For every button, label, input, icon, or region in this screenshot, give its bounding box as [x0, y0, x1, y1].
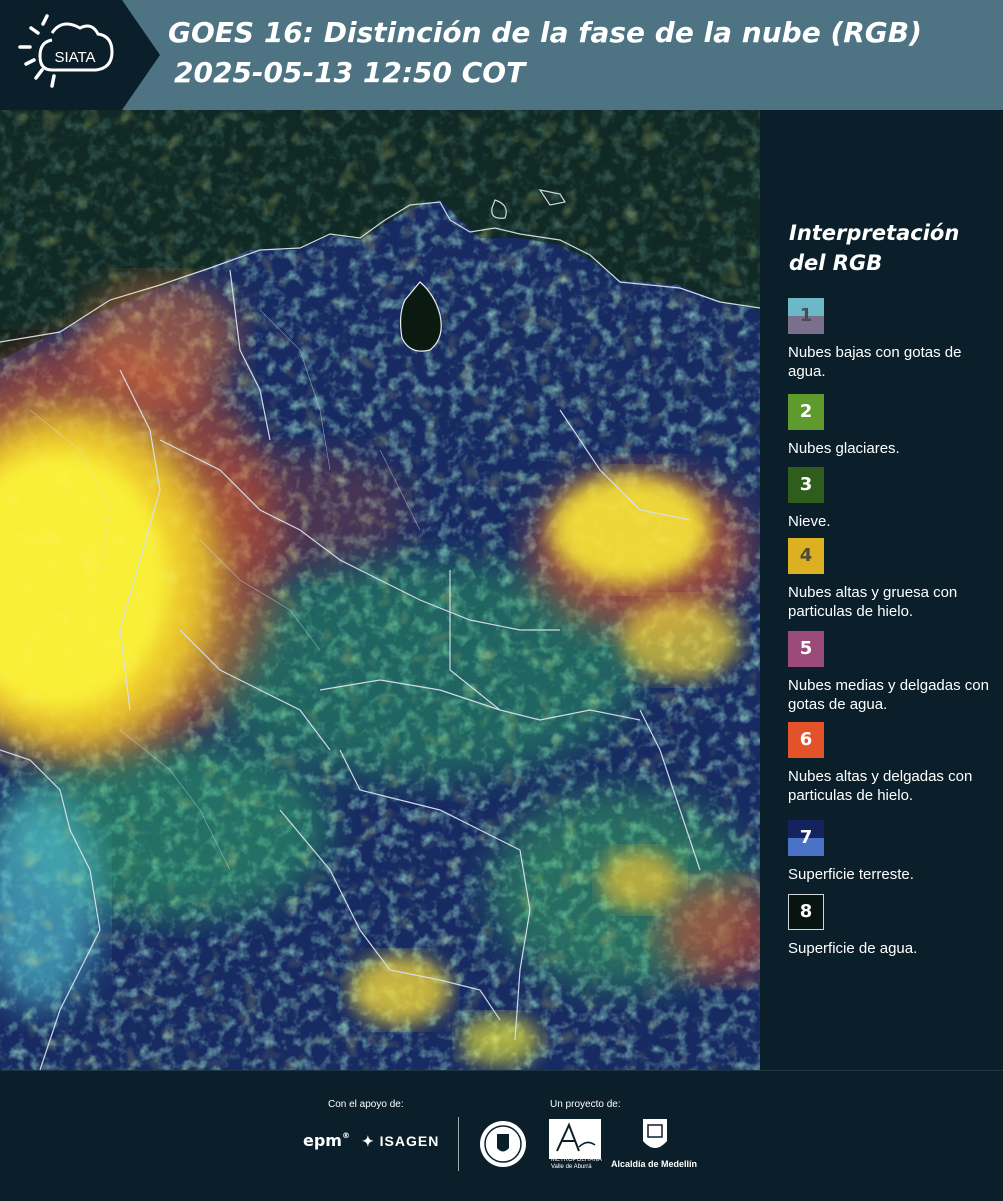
- legend-item-8: 8 Superficie de agua.: [788, 894, 1000, 958]
- legend-label-8: Superficie de agua.: [788, 940, 918, 957]
- legend-swatch-4: 4: [788, 538, 824, 574]
- footer: Con el apoyo de: Un proyecto de: epm® ✦ …: [0, 1070, 1003, 1201]
- project-label: Un proyecto de:: [550, 1099, 621, 1110]
- legend-label-2: Nubes glaciares.: [788, 440, 900, 457]
- alcaldia-text: Alcaldía de Medellín: [611, 1159, 698, 1169]
- epm-logo: epm®: [303, 1131, 350, 1150]
- siata-logo-icon: SIATA: [0, 0, 160, 110]
- footer-divider: [458, 1117, 459, 1171]
- satellite-map[interactable]: [0, 110, 760, 1070]
- page-title: GOES 16: Distinción de la fase de la nub…: [168, 16, 922, 49]
- legend-label-1: Nubes bajas con gotas de agua.: [788, 344, 962, 380]
- legend-item-1: 1 Nubes bajas con gotas de agua.: [788, 298, 1000, 381]
- legend-item-2: 2 Nubes glaciares.: [788, 394, 1000, 458]
- legend-item-4: 4 Nubes altas y gruesa con particulas de…: [788, 538, 1000, 621]
- support-label: Con el apoyo de:: [328, 1099, 404, 1110]
- legend-item-3: 3 Nieve.: [788, 467, 1000, 531]
- legend-label-3: Nieve.: [788, 513, 831, 530]
- legend-label-4: Nubes altas y gruesa con particulas de h…: [788, 584, 958, 620]
- medellin-university-seal-icon: [480, 1121, 526, 1167]
- isagen-logo: ✦ ISAGEN: [362, 1133, 440, 1149]
- legend-swatch-3: 3: [788, 467, 824, 503]
- legend-item-5: 5 Nubes medias y delgadas con gotas de a…: [788, 631, 1000, 714]
- legend-label-5: Nubes medias y delgadas con gotas de agu…: [788, 677, 989, 713]
- amva-text: METROPOLITANA Valle de Aburrá: [551, 1157, 602, 1170]
- legend-swatch-2: 2: [788, 394, 824, 430]
- legend-swatch-8: 8: [788, 894, 824, 930]
- alcaldia-shield-icon: [643, 1119, 667, 1148]
- svg-text:SIATA: SIATA: [54, 49, 95, 66]
- legend-item-6: 6 Nubes altas y delgadas con particulas …: [788, 722, 1000, 805]
- legend-title: Interpretación del RGB: [789, 221, 960, 275]
- header-bar: SIATA GOES 16: Distinción de la fase de …: [0, 0, 1003, 110]
- area-metropolitana-logo-icon: [549, 1119, 601, 1159]
- legend-swatch-1: 1: [788, 298, 824, 334]
- legend-swatch-6: 6: [788, 722, 824, 758]
- rgb-legend: Interpretación del RGB 1 Nubes bajas con…: [760, 110, 1003, 1070]
- page-timestamp: 2025-05-13 12:50 COT: [174, 56, 526, 89]
- legend-swatch-7: 7: [788, 820, 824, 856]
- legend-swatch-5: 5: [788, 631, 824, 667]
- siata-logo: SIATA: [0, 0, 160, 110]
- legend-label-7: Superficie terreste.: [788, 866, 914, 883]
- app-root: SIATA GOES 16: Distinción de la fase de …: [0, 0, 1003, 1201]
- legend-label-6: Nubes altas y delgadas con particulas de…: [788, 768, 973, 804]
- isagen-mark-icon: ✦: [362, 1133, 375, 1149]
- legend-item-7: 7 Superficie terreste.: [788, 820, 1000, 884]
- satellite-map-image: [0, 110, 760, 1070]
